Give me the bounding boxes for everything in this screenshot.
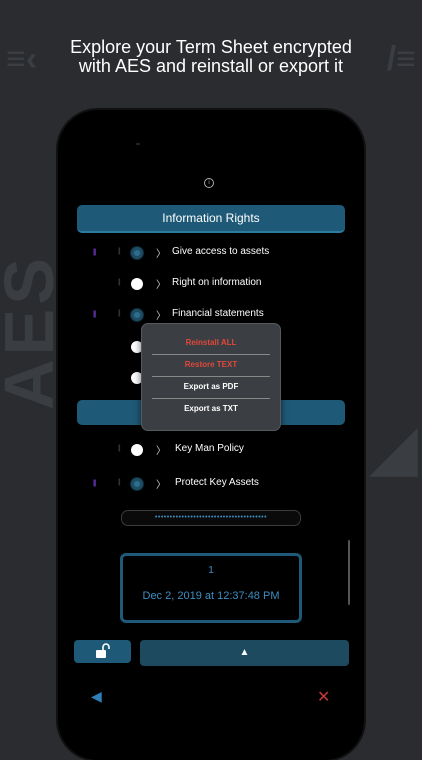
row-label: Give access to assets bbox=[172, 246, 270, 257]
flag-bars-icon: ||| bbox=[93, 249, 97, 256]
background-aes-decoration: AES bbox=[0, 254, 68, 410]
close-icon[interactable]: ✕ bbox=[317, 687, 330, 707]
unlock-icon bbox=[96, 643, 110, 658]
export-txt-menu-item[interactable]: Export as TXT bbox=[152, 398, 270, 420]
back-arrow-icon[interactable]: ◀ bbox=[91, 688, 102, 705]
pause-icon: || bbox=[118, 310, 120, 317]
toggle-dot[interactable] bbox=[131, 309, 143, 321]
chevron-right-icon[interactable]: 〉 bbox=[156, 245, 166, 260]
scrollbar[interactable] bbox=[348, 540, 350, 605]
export-pdf-menu-item[interactable]: Export as PDF bbox=[152, 376, 270, 398]
restore-text-menu-item[interactable]: Restore TEXT bbox=[152, 354, 270, 376]
move-up-button[interactable]: ▲ bbox=[140, 640, 349, 666]
toggle-dot[interactable] bbox=[131, 444, 143, 456]
background-arrow-decoration: ◢ bbox=[368, 411, 418, 483]
headline-line-2: with AES and reinstall or export it bbox=[78, 56, 344, 76]
row-protect-key-assets[interactable]: ||| || 〉 Protect Key Assets bbox=[58, 474, 364, 494]
row-key-man-policy[interactable]: || 〉 Key Man Policy bbox=[58, 440, 364, 460]
section-header[interactable]: Information Rights bbox=[77, 205, 345, 233]
row-label: Financial statements bbox=[172, 308, 264, 319]
row-right-on-information[interactable]: || 〉 Right on information bbox=[58, 274, 364, 294]
phone-frame: i Information Rights ||| || 〉 Give acces… bbox=[58, 110, 364, 760]
info-icon[interactable]: i bbox=[204, 178, 214, 188]
toggle-dot[interactable] bbox=[131, 247, 143, 259]
row-financial-statements[interactable]: ||| || 〉 Financial statements bbox=[58, 305, 364, 325]
flag-bars-icon: ||| bbox=[93, 311, 97, 318]
record-date: Dec 2, 2019 at 12:37:48 PM bbox=[142, 590, 280, 602]
chevron-right-icon[interactable]: 〉 bbox=[156, 276, 166, 291]
pause-icon: || bbox=[118, 445, 120, 452]
export-popup-menu: Reinstall ALL Restore TEXT Export as PDF… bbox=[141, 323, 281, 431]
toggle-dot[interactable] bbox=[131, 278, 143, 290]
pause-icon: || bbox=[118, 479, 120, 486]
row-give-access[interactable]: ||| || 〉 Give access to assets bbox=[58, 243, 364, 263]
marketing-headline: Explore your Term Sheet encrypted with A… bbox=[0, 38, 422, 76]
chevron-right-icon[interactable]: 〉 bbox=[156, 307, 166, 322]
password-field[interactable]: •••••••••••••••••••••••••••••••••••••• bbox=[121, 510, 301, 526]
flag-bars-icon: ||| bbox=[93, 480, 97, 487]
row-label: Right on information bbox=[172, 277, 262, 288]
pause-icon: || bbox=[118, 279, 120, 286]
row-label: Key Man Policy bbox=[175, 443, 244, 454]
record-card: 1 Dec 2, 2019 at 12:37:48 PM bbox=[120, 553, 302, 623]
row-label: Protect Key Assets bbox=[175, 477, 259, 488]
headline-line-1: Explore your Term Sheet encrypted bbox=[70, 37, 352, 57]
pause-icon: || bbox=[118, 248, 120, 255]
camera-speck bbox=[136, 143, 140, 145]
unlock-button[interactable] bbox=[74, 640, 131, 663]
toggle-dot[interactable] bbox=[131, 478, 143, 490]
chevron-right-icon[interactable]: 〉 bbox=[156, 476, 166, 491]
reinstall-all-menu-item[interactable]: Reinstall ALL bbox=[152, 332, 270, 354]
chevron-right-icon[interactable]: 〉 bbox=[156, 442, 166, 457]
record-number: 1 bbox=[208, 565, 214, 576]
